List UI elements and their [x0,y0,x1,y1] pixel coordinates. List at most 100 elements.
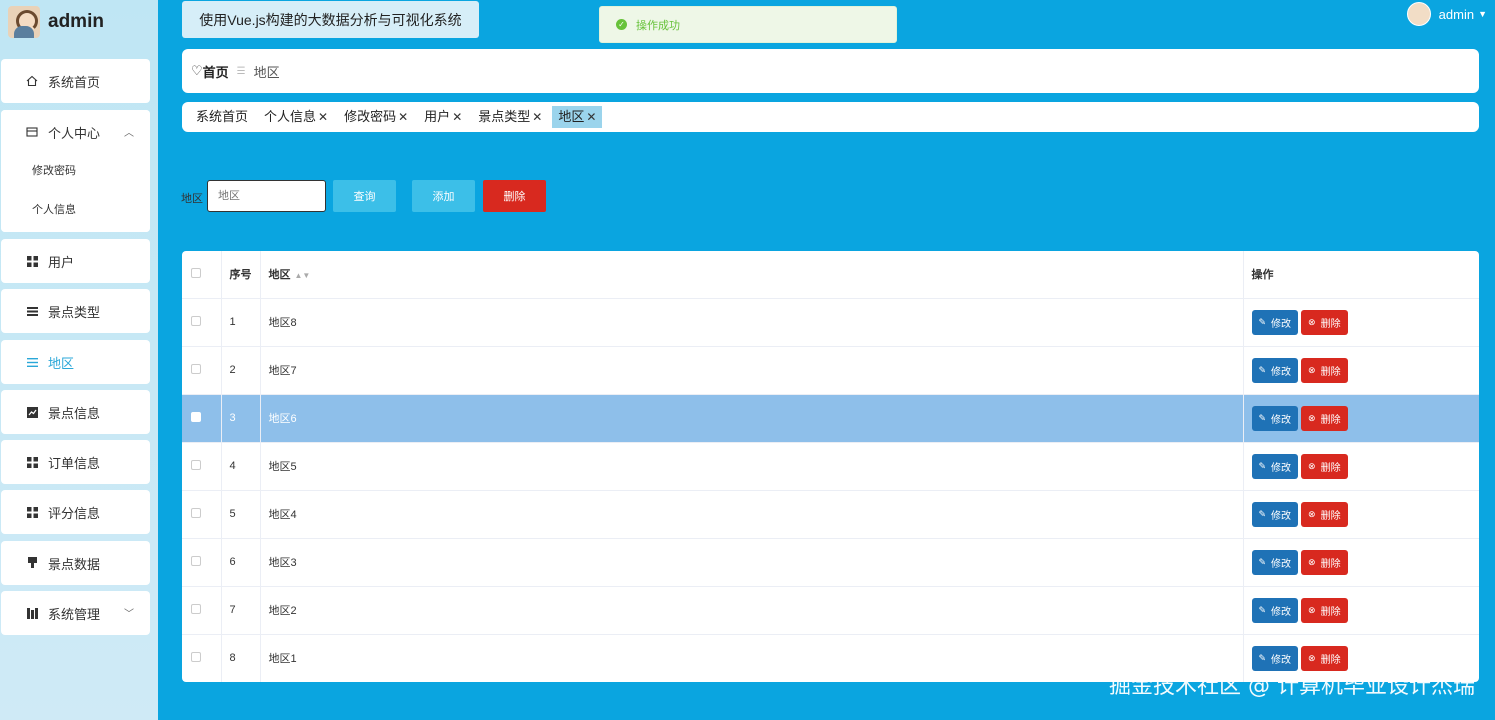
edit-icon: ✎ [1258,652,1267,663]
table-row[interactable]: 6 地区3 ✎ 修改 ⊗ 删除 [182,538,1479,587]
tab-personal-info[interactable]: 个人信息 ✕ [258,106,334,128]
delete-button[interactable]: ⊗ 删除 [1301,597,1348,623]
sidebar-item-scenic-info[interactable]: 景点信息 [1,390,150,434]
close-icon[interactable]: ✕ [532,106,542,128]
sidebar-item-label: 景点数据 [48,556,101,572]
delete-button[interactable]: ⊗ 删除 [1301,405,1348,431]
checkbox[interactable] [191,267,201,278]
row-index: 1 [221,298,261,347]
delete-button[interactable]: ⊗ 删除 [1301,357,1348,383]
row-checkbox-cell[interactable] [182,442,222,491]
edit-button[interactable]: ✎ 修改 [1251,453,1299,479]
row-actions: ✎ 修改 ⊗ 删除 [1243,346,1479,395]
table-row[interactable]: 4 地区5 ✎ 修改 ⊗ 删除 [182,442,1479,491]
edit-button[interactable]: ✎ 修改 [1251,645,1299,671]
checkbox[interactable] [191,411,201,422]
edit-button[interactable]: ✎ 修改 [1251,357,1299,383]
header-region[interactable]: 地区 ▲▼ [260,251,1244,299]
sidebar-item-regions[interactable]: 地区 [1,340,150,384]
close-icon[interactable]: ✕ [398,106,408,128]
checkbox[interactable] [191,459,201,470]
close-icon[interactable]: ✕ [318,106,328,128]
row-index: 2 [221,346,261,395]
add-button[interactable]: 添加 [412,180,475,212]
edit-label: 修改 [1271,606,1292,618]
sidebar-item-system-management[interactable]: 系统管理 ﹀ [1,591,150,635]
sidebar-submenu: 修改密码 个人信息 [1,152,150,232]
checkbox[interactable] [191,315,201,326]
delete-button[interactable]: ⊗ 删除 [1301,549,1348,575]
table-row[interactable]: 5 地区4 ✎ 修改 ⊗ 删除 [182,490,1479,539]
sidebar-item-label: 景点信息 [48,405,101,421]
edit-button[interactable]: ✎ 修改 [1251,549,1299,575]
edit-label: 修改 [1271,462,1292,474]
sidebar-item-label: 评分信息 [48,505,101,521]
book-icon [25,606,39,620]
checkbox[interactable] [191,363,201,374]
delete-button[interactable]: ⊗ 删除 [1301,501,1348,527]
table-row[interactable]: 3 地区6 ✎ 修改 ⊗ 删除 [182,394,1479,443]
row-checkbox-cell[interactable] [182,394,222,443]
tab-scenic-types[interactable]: 景点类型 ✕ [472,106,548,128]
sidebar-item-home[interactable]: 系统首页 [1,59,150,103]
sidebar-item-orders[interactable]: 订单信息 [1,440,150,484]
sidebar-item-scenic-data[interactable]: 景点数据 [1,541,150,585]
row-checkbox-cell[interactable] [182,490,222,539]
edit-button[interactable]: ✎ 修改 [1251,597,1299,623]
row-checkbox-cell[interactable] [182,634,222,682]
delete-button[interactable]: ⊗ 删除 [1301,645,1348,671]
submenu-item-change-password[interactable]: 修改密码 [1,152,150,191]
success-toast: ✓ 操作成功 [599,6,897,43]
sidebar-item-users[interactable]: 用户 [1,239,150,283]
sort-icon[interactable]: ▲▼ [295,271,311,280]
edit-label: 修改 [1271,414,1292,426]
row-checkbox-cell[interactable] [182,298,222,347]
sidebar-item-ratings[interactable]: 评分信息 [1,490,150,534]
tab-home[interactable]: 系统首页 [190,106,254,128]
close-circle-icon: ⊗ [1308,364,1316,375]
table-row[interactable]: 1 地区8 ✎ 修改 ⊗ 删除 [182,298,1479,347]
region-search-input[interactable] [207,180,326,212]
tab-regions[interactable]: 地区 ✕ [552,106,603,128]
checkbox[interactable] [191,507,201,518]
delete-button[interactable]: ⊗ 删除 [1301,453,1348,479]
header-select-all[interactable] [182,251,222,299]
row-checkbox-cell[interactable] [182,346,222,395]
table-row[interactable]: 7 地区2 ✎ 修改 ⊗ 删除 [182,586,1479,635]
table-row[interactable]: 2 地区7 ✎ 修改 ⊗ 删除 [182,346,1479,395]
caret-down-icon: ▼ [1478,9,1487,19]
header-index: 序号 [221,251,261,299]
edit-button[interactable]: ✎ 修改 [1251,309,1299,335]
tab-label: 系统首页 [196,109,249,124]
row-index: 5 [221,490,261,539]
row-region: 地区7 [260,346,1244,395]
checkbox[interactable] [191,651,201,662]
heart-icon: ♡ [191,63,203,78]
sidebar-item-scenic-types[interactable]: 景点类型 [1,289,150,333]
check-circle-icon: ✓ [616,19,627,30]
submenu-item-personal-info[interactable]: 个人信息 [1,191,150,230]
close-icon[interactable]: ✕ [452,106,462,128]
user-menu[interactable]: admin ▼ [1406,2,1487,26]
sidebar-item-label: 景点类型 [48,304,101,320]
header-region-label: 地区 [268,269,291,282]
query-button[interactable]: 查询 [333,180,396,212]
row-region: 地区4 [260,490,1244,539]
delete-button[interactable]: ⊗ 删除 [1301,309,1348,335]
checkbox[interactable] [191,603,201,614]
edit-button[interactable]: ✎ 修改 [1251,501,1299,527]
edit-button[interactable]: ✎ 修改 [1251,405,1299,431]
row-checkbox-cell[interactable] [182,538,222,587]
tab-users[interactable]: 用户 ✕ [418,106,468,128]
grid-icon [25,455,39,469]
batch-delete-button[interactable]: 删除 [483,180,546,212]
breadcrumb-home[interactable]: 首页 [203,62,229,81]
checkbox[interactable] [191,555,201,566]
tab-change-password[interactable]: 修改密码 ✕ [338,106,414,128]
row-checkbox-cell[interactable] [182,586,222,635]
row-region: 地区3 [260,538,1244,587]
close-circle-icon: ⊗ [1308,556,1316,567]
close-icon[interactable]: ✕ [586,106,596,128]
sidebar-item-personal-center[interactable]: 个人中心 ︿ [1,110,150,154]
sidebar-item-label: 个人中心 [48,125,101,141]
